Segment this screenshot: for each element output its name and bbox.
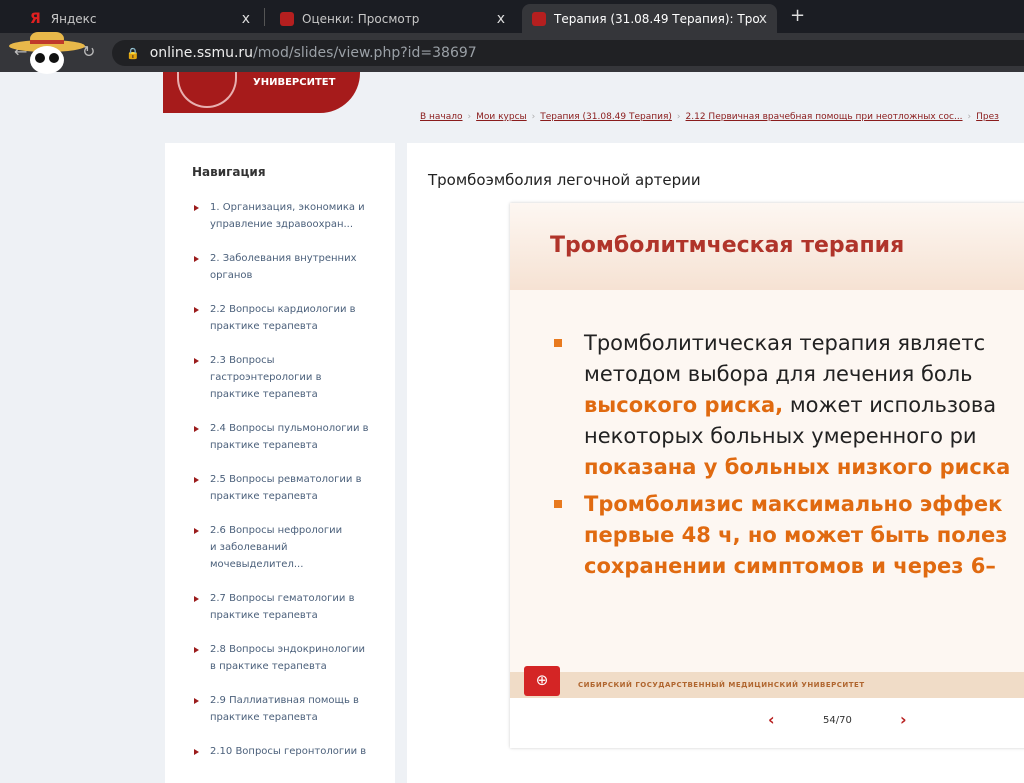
url-input[interactable]: 🔒 online.ssmu.ru/mod/slides/view.php?id=3… <box>112 40 1024 66</box>
slide-text-highlight: показана у больных низкого риска <box>584 455 1011 479</box>
new-tab-button[interactable]: + <box>790 5 805 26</box>
slide-text-highlight: сохранении симптомов и через 6– <box>584 554 996 578</box>
tab-label: Терапия (31.08.49 Терапия): Тро <box>554 11 760 26</box>
navigation-block: Навигация 1. Организация, экономика и уп… <box>165 143 395 783</box>
close-icon[interactable]: x <box>242 11 250 27</box>
slide-counter: 54/70 <box>823 715 852 726</box>
breadcrumb-my-courses[interactable]: Мои курсы <box>476 112 527 122</box>
slide-heading: Тромболитмческая терапия <box>550 233 905 258</box>
breadcrumb-section[interactable]: 2.12 Первичная врачебная помощь при неот… <box>686 112 963 122</box>
main-content: Тромбоэмболия легочной артерии Тромболит… <box>407 143 1024 783</box>
slide-text-highlight: Тромболизис максимально эффек <box>584 492 1003 516</box>
yandex-icon: Я <box>30 10 41 27</box>
slide-text-highlight: высокого риска, <box>584 393 784 417</box>
slide-pager: ‹ 54/70 › <box>510 698 1024 748</box>
nav-item[interactable]: 2.6 Вопросы нефрологии и заболеваний моч… <box>191 522 351 573</box>
slide-viewer: Тромболитмческая терапия Тромболитическа… <box>510 203 1024 748</box>
tab-therapy[interactable]: Терапия (31.08.49 Терапия): Тро x <box>522 4 777 33</box>
slide-text-highlight: первые 48 ч, но может быть полез <box>584 523 1008 547</box>
nav-item[interactable]: 2.7 Вопросы гематологии в практике терап… <box>191 590 371 624</box>
breadcrumb-course[interactable]: Терапия (31.08.49 Терапия) <box>540 112 672 122</box>
nav-item[interactable]: 2.8 Вопросы эндокринологии в практике те… <box>191 641 371 675</box>
nav-item[interactable]: 2.3 Вопросы гастроэнтерологии в практике… <box>191 352 331 403</box>
nav-item[interactable]: 2. Заболевания внутренних органов <box>191 250 371 284</box>
browser-tab-bar: Я Яндекс x Оценки: Просмотр x Терапия (31.0… <box>0 0 1024 33</box>
nav-item[interactable]: 2.2 Вопросы кардиологии в практике терап… <box>191 301 371 335</box>
site-favicon-icon <box>532 11 546 26</box>
next-slide-button[interactable]: › <box>900 710 907 729</box>
seal-icon <box>177 72 237 108</box>
pirate-skull-icon <box>9 32 85 74</box>
slide-text: может использова <box>783 393 997 417</box>
address-bar-row: ← ↻ 🔒 online.ssmu.ru/mod/slides/view.php?… <box>0 33 1024 72</box>
slide-text: Тромболитическая терапия являетс <box>584 331 986 355</box>
nav-item[interactable]: 2.9 Паллиативная помощь в практике терап… <box>191 692 371 726</box>
site-favicon-icon <box>280 11 294 26</box>
nav-item[interactable]: 1. Организация, экономика и управление з… <box>191 199 371 233</box>
url-domain: online.ssmu.ru <box>149 45 254 61</box>
prev-slide-button[interactable]: ‹ <box>768 710 775 729</box>
slide-body: Тромболитическая терапия являетс методом… <box>510 290 1024 672</box>
logo-text: УНИВЕРСИТЕТ <box>253 77 336 88</box>
slide-footer-text: СИБИРСКИЙ ГОСУДАРСТВЕННЫЙ МЕДИЦИНСКИЙ УН… <box>578 681 865 689</box>
nav-item[interactable]: 2.4 Вопросы пульмонологии в практике тер… <box>191 420 371 454</box>
slide-bullet: Тромболитическая терапия являетс методом… <box>554 328 1024 483</box>
nav-item[interactable]: 2.5 Вопросы ревматологии в практике тера… <box>191 471 371 505</box>
breadcrumb-home[interactable]: В начало <box>420 112 463 122</box>
university-logo[interactable]: УНИВЕРСИТЕТ <box>163 72 360 113</box>
slide-text: методом выбора для лечения боль <box>584 362 973 386</box>
medical-kit-icon: ⊕ <box>524 666 560 696</box>
url-path: /mod/slides/view.php?id=38697 <box>253 45 477 61</box>
close-icon[interactable]: x <box>497 11 505 27</box>
close-icon[interactable]: x <box>759 11 767 27</box>
lock-icon: 🔒 <box>126 46 140 60</box>
tab-label: Оценки: Просмотр <box>302 11 420 26</box>
tab-label: Яндекс <box>50 11 97 26</box>
page-title: Тромбоэмболия легочной артерии <box>428 171 701 189</box>
tab-grades[interactable]: Оценки: Просмотр x <box>270 4 515 33</box>
navigation-title: Навигация <box>192 165 266 179</box>
breadcrumb: В начало › Мои курсы › Терапия (31.08.49 Тер… <box>420 112 999 122</box>
breadcrumb-presentation[interactable]: През <box>976 112 999 122</box>
nav-item[interactable]: 2.10 Вопросы геронтологии в <box>191 743 371 760</box>
slide-bullet: Тромболизис максимально эффек первые 48 … <box>554 489 1024 582</box>
slide-text: некоторых больных умеренного ри <box>584 424 977 448</box>
tab-separator <box>264 8 265 26</box>
